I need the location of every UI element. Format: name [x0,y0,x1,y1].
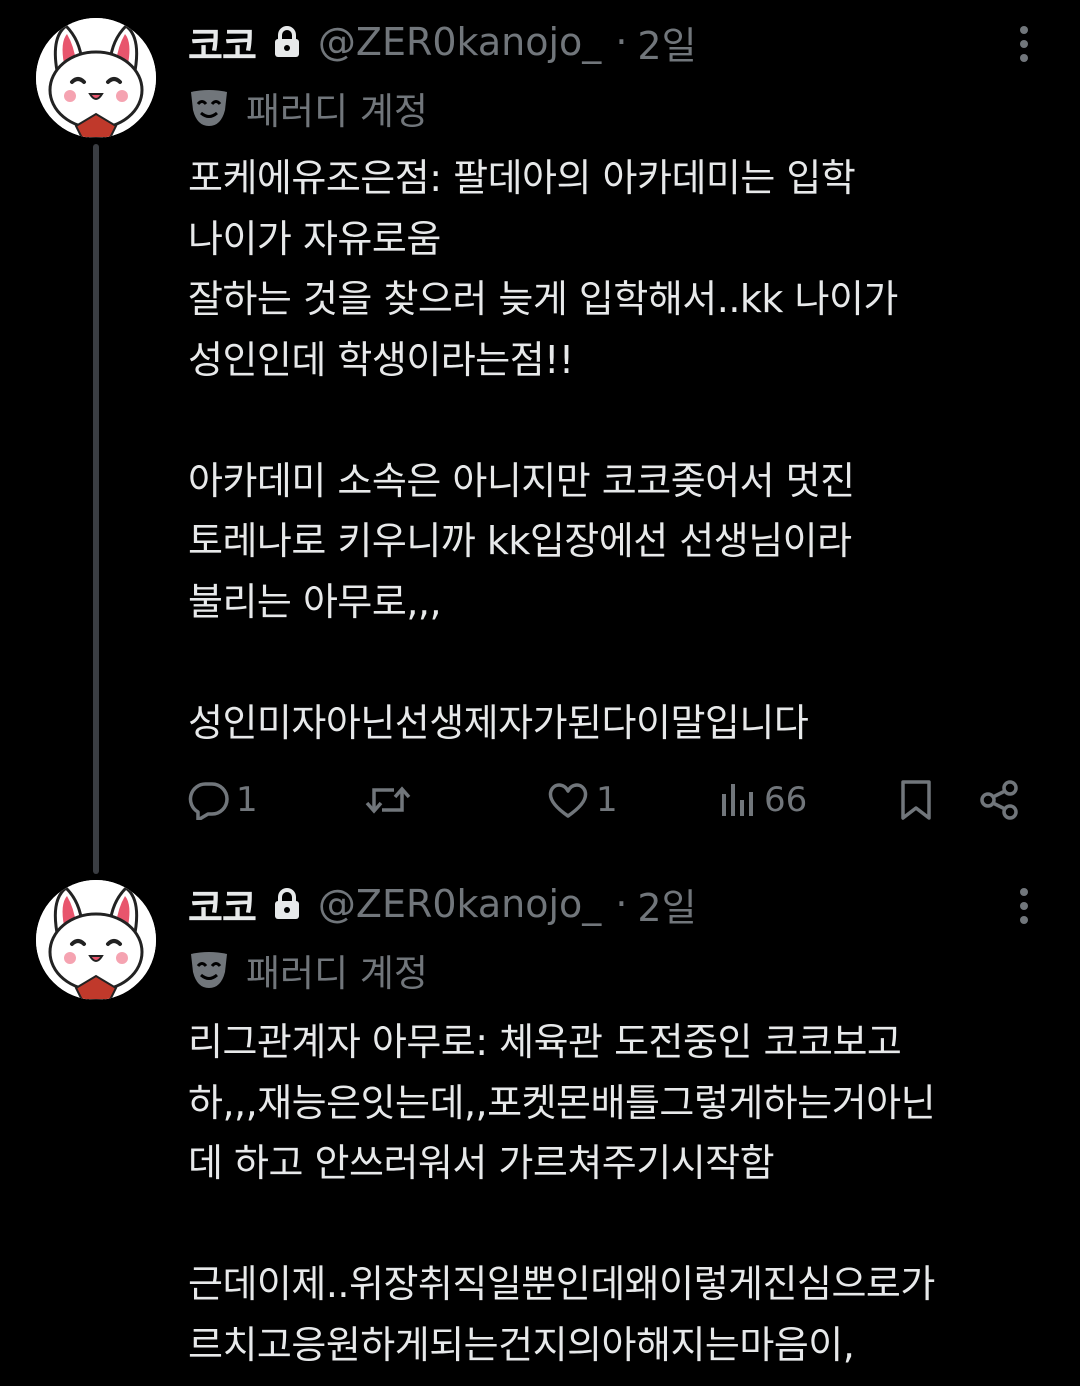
mask-icon [188,950,230,990]
views-button[interactable]: 66 [718,770,807,830]
bookmark-button[interactable] [898,770,934,830]
reply-button[interactable]: 1 [188,770,258,830]
more-vertical-icon[interactable] [1014,886,1034,926]
share-icon [980,780,1018,820]
avatar[interactable] [36,880,156,1000]
user-handle[interactable]: @ZER0kanojo_ [318,882,601,926]
tweet-actions: 1 1 66 [188,770,1028,830]
tweet-header: 코코 @ZER0kanojo_ · 2일 [188,14,697,70]
timestamp[interactable]: 2일 [637,15,696,70]
tweet-text: 리그관계자 아무로: 체육관 도전중인 코코보고 하,,,재능은잇는데,,포켓몬… [188,1020,936,1367]
views-icon [722,784,753,816]
heart-icon [548,783,588,818]
reply-count: 1 [236,780,258,820]
account-label-text: 패러디 계정 [246,952,428,995]
parody-account-label: 패러디 계정 [188,942,428,998]
mask-icon [188,88,230,128]
parody-account-label: 패러디 계정 [188,80,428,136]
bookmark-icon [901,780,931,820]
display-name[interactable]: 코코 [188,15,257,70]
retweet-button[interactable] [364,770,412,830]
retweet-icon [365,786,411,814]
separator-dot: · [615,882,628,926]
separator-dot: · [615,20,628,64]
more-vertical-icon[interactable] [1014,24,1034,64]
like-count: 1 [596,780,618,820]
avatar[interactable] [36,18,156,138]
tweet-text: 포케에유조은점: 팔데아의 아카데미는 입학 나이가 자유로움 잘하는 것을 찾… [188,156,898,745]
thread-connector [93,144,99,874]
user-handle[interactable]: @ZER0kanojo_ [318,20,601,64]
reply-icon [188,782,229,820]
share-button[interactable] [978,770,1020,830]
like-button[interactable]: 1 [546,770,618,830]
view-count: 66 [764,780,808,820]
timestamp[interactable]: 2일 [637,877,696,932]
lock-icon [272,25,302,59]
tweet-header: 코코 @ZER0kanojo_ · 2일 [188,876,697,932]
display-name[interactable]: 코코 [188,877,257,932]
lock-icon [272,887,302,921]
account-label-text: 패러디 계정 [246,90,428,133]
